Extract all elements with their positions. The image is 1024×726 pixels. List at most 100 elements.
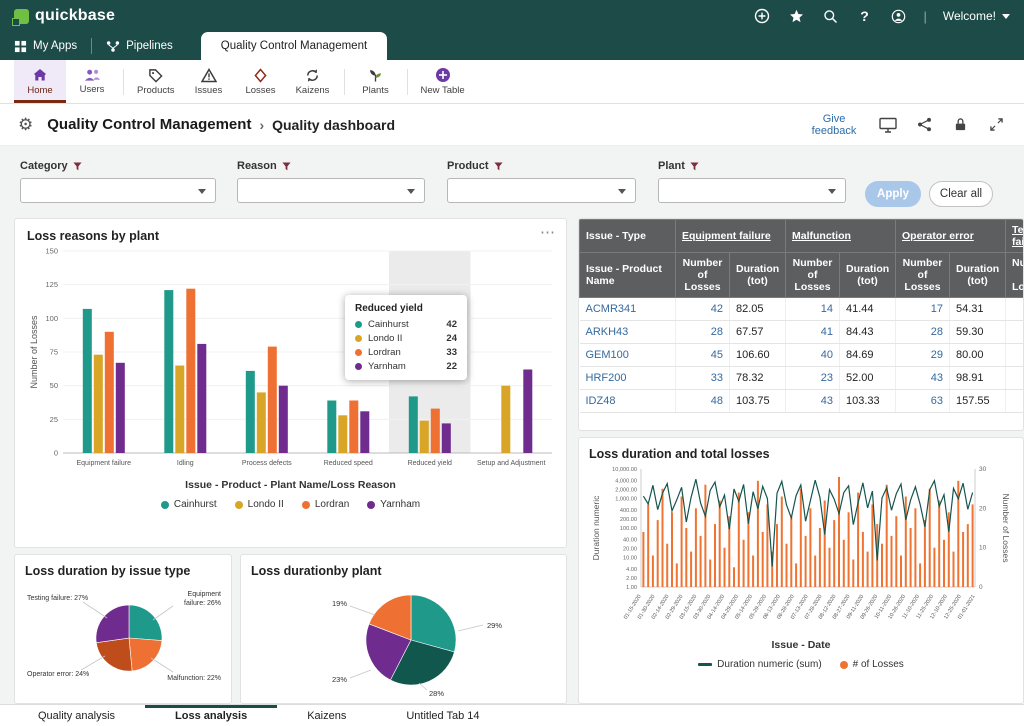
loss-count-link[interactable]: 28 (896, 321, 950, 344)
pie-slice (96, 638, 132, 671)
tooltip-row: Yarnham22 (355, 361, 457, 372)
lock-icon[interactable] (950, 115, 970, 135)
legend-item[interactable]: Londo II (235, 499, 284, 510)
legend-item[interactable]: # of Losses (840, 659, 904, 670)
toolbar-item-issues[interactable]: Issues (183, 60, 235, 103)
toolbar-item-losses[interactable]: Losses (235, 60, 287, 103)
legend-dot (367, 501, 375, 509)
subheader: Number of Losses (786, 253, 840, 298)
loss-count-link[interactable]: 63 (896, 390, 950, 413)
loss-count-link[interactable]: 42 (676, 298, 730, 321)
plant-select[interactable] (658, 178, 846, 203)
pie-plant-card: Loss durationby plant 29%28%23%19% (240, 554, 567, 704)
toolbar-item-plants[interactable]: Plants (350, 60, 402, 103)
category-select[interactable] (20, 178, 216, 203)
product-link[interactable]: HRF200 (580, 367, 676, 390)
toolbar-item-products[interactable]: Products (129, 60, 183, 103)
toolbar-divider (123, 69, 124, 95)
legend-item[interactable]: Yarnham (367, 499, 420, 510)
svg-text:28%: 28% (429, 689, 444, 698)
present-icon[interactable] (878, 115, 898, 135)
product-select[interactable] (447, 178, 636, 203)
pie2-title: Loss durationby plant (251, 564, 556, 578)
issue-table: Issue - Type Equipment failure Malfuncti… (579, 219, 1024, 413)
svg-text:125: 125 (45, 280, 58, 289)
issue-table-body: ACMR3414282.051441.441754.31ARKH432867.5… (580, 298, 1024, 413)
loss-count-link[interactable]: 48 (676, 390, 730, 413)
loss-count-link[interactable]: 41 (786, 321, 840, 344)
tab-kaizens[interactable]: Kaizens (277, 705, 376, 726)
fullscreen-icon[interactable] (986, 115, 1006, 135)
legend-dot (302, 501, 310, 509)
svg-text:50: 50 (50, 381, 58, 390)
share-icon[interactable] (914, 115, 934, 135)
duration-cell: 103.75 (730, 390, 786, 413)
loss-count-link[interactable]: 43 (786, 390, 840, 413)
chevron-down-icon (407, 189, 415, 194)
search-icon[interactable] (821, 7, 839, 25)
product-link[interactable]: IDZ48 (580, 390, 676, 413)
tab-loss-analysis[interactable]: Loss analysis (145, 705, 277, 726)
svg-text:25: 25 (50, 415, 58, 424)
quickbase-logo[interactable]: quickbase (14, 7, 115, 25)
loss-count-link[interactable]: 29 (896, 344, 950, 367)
tab-untitled-14[interactable]: Untitled Tab 14 (376, 705, 509, 726)
subheader: Number of Losses (896, 253, 950, 298)
filter-plant: Plant (658, 160, 846, 203)
loss-count-link[interactable]: 45 (676, 344, 730, 367)
card-menu-dots-icon[interactable]: ⋯ (540, 223, 556, 241)
dashboard-content: Category Reason Product Plant (0, 146, 1024, 704)
toolbar-item-kaizens[interactable]: Kaizens (287, 60, 339, 103)
pipelines-nav[interactable]: Pipelines (92, 32, 187, 60)
loss-count-link[interactable]: 40 (786, 344, 840, 367)
svg-text:Setup and Adjustment: Setup and Adjustment (477, 460, 546, 467)
col-group-testing-failure[interactable]: Testing failure (1006, 220, 1024, 253)
svg-text:0: 0 (979, 584, 983, 591)
legend-item[interactable]: Lordran (302, 499, 349, 510)
legend-item[interactable]: Duration numeric (sum) (698, 659, 821, 670)
col-group-equipment-failure[interactable]: Equipment failure (676, 220, 786, 253)
toolbar-item-new-table[interactable]: New Table (413, 60, 473, 103)
help-icon[interactable]: ? (855, 7, 873, 25)
app-tab-quality-control[interactable]: Quality Control Management (201, 32, 387, 60)
gear-icon[interactable]: ⚙ (18, 115, 33, 135)
apply-button[interactable]: Apply (865, 181, 921, 207)
svg-text:4.00: 4.00 (626, 567, 637, 573)
toolbar-item-users[interactable]: Users (66, 60, 118, 103)
loss-reasons-card: Loss reasons by plant ⋯ 0255075100125150… (14, 218, 567, 548)
loss-count-link[interactable]: 28 (676, 321, 730, 344)
clear-all-button[interactable]: Clear all (929, 181, 993, 207)
account-icon[interactable] (889, 7, 907, 25)
reason-select[interactable] (237, 178, 425, 203)
loss-count-link[interactable]: 23 (786, 367, 840, 390)
give-feedback-link[interactable]: Give feedback (806, 113, 862, 137)
loss-count-link[interactable]: 14 (786, 298, 840, 321)
plus-circle-icon[interactable] (753, 7, 771, 25)
product-link[interactable]: GEM100 (580, 344, 676, 367)
duration-cell: 82.05 (730, 298, 786, 321)
duration-cell: 52.00 (840, 367, 896, 390)
duration-cell: 103.33 (840, 390, 896, 413)
tab-quality-analysis[interactable]: Quality analysis (8, 705, 145, 726)
toolbar-item-home[interactable]: Home (14, 60, 66, 103)
my-apps-nav[interactable]: My Apps (0, 32, 91, 60)
bar-chart-svg: 0255075100125150Equipment failureIdlingP… (27, 243, 556, 477)
legend-item[interactable]: Cainhurst (161, 499, 217, 510)
plant-icon (368, 68, 383, 83)
legend-dot (840, 661, 848, 669)
duration-cell: 84.43 (840, 321, 896, 344)
col-group-malfunction[interactable]: Malfunction (786, 220, 896, 253)
duration-cell: 84.69 (840, 344, 896, 367)
product-link[interactable]: ARKH43 (580, 321, 676, 344)
welcome-menu[interactable]: Welcome! (943, 9, 1010, 23)
bar-chart-legend: Cainhurst Londo II Lordran Yarnham (27, 499, 554, 510)
table-row: ARKH432867.574184.432859.30 (580, 321, 1024, 344)
product-link[interactable]: ACMR341 (580, 298, 676, 321)
breadcrumb-app-title[interactable]: Quality Control Management (47, 116, 251, 133)
loss-count-link[interactable]: 43 (896, 367, 950, 390)
star-icon[interactable] (787, 7, 805, 25)
loss-count-link[interactable]: 17 (896, 298, 950, 321)
filter-category-label: Category (20, 160, 68, 172)
col-group-operator-error[interactable]: Operator error (896, 220, 1006, 253)
loss-count-link[interactable]: 33 (676, 367, 730, 390)
